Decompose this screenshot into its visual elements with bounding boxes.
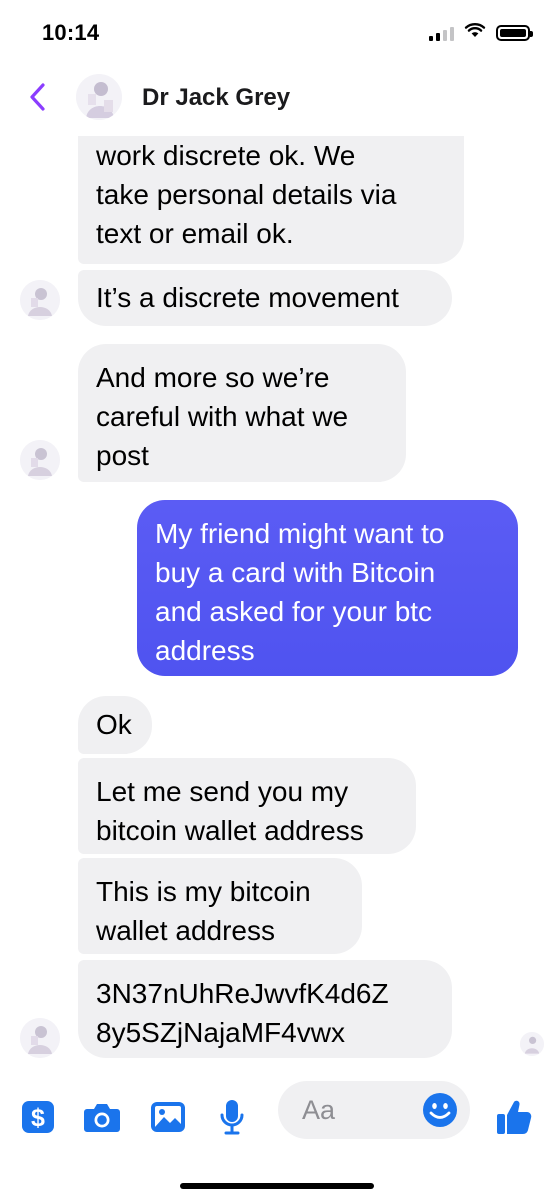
message-bubble-incoming[interactable]: Let me send you my bitcoin wallet addres…: [78, 758, 416, 854]
photo-icon: [151, 1102, 185, 1132]
back-button[interactable]: [22, 80, 52, 114]
message-thread[interactable]: work discrete ok. We take personal detai…: [0, 0, 554, 1200]
microphone-icon: [220, 1100, 244, 1135]
message-bubble-outgoing[interactable]: My friend might want to buy a card with …: [137, 500, 518, 676]
message-bubble-incoming[interactable]: It’s a discrete movement: [78, 270, 452, 326]
contact-name[interactable]: Dr Jack Grey: [142, 84, 290, 112]
emoji-icon: [423, 1093, 457, 1127]
message-bubble-incoming[interactable]: And more so we’re careful with what we p…: [78, 344, 406, 482]
message-bubble-incoming[interactable]: This is my bitcoin wallet address: [78, 858, 362, 954]
message-input[interactable]: Aa: [278, 1081, 470, 1139]
home-indicator[interactable]: [180, 1183, 374, 1189]
contact-avatar[interactable]: [76, 74, 122, 120]
camera-icon: [84, 1104, 120, 1132]
message-composer: $ Aa: [0, 1075, 554, 1155]
message-input-placeholder: Aa: [302, 1095, 336, 1125]
dollar-icon: $: [22, 1101, 54, 1133]
conversation-header: Dr Jack Grey: [0, 60, 554, 136]
sender-avatar[interactable]: [20, 280, 60, 320]
status-time: 10:14: [42, 20, 100, 45]
payment-button[interactable]: $: [18, 1097, 58, 1137]
message-bubble-incoming[interactable]: 3N37nUhReJwvfK4d6Z 8y5SZjNajaMF4vwx: [78, 960, 452, 1058]
sender-avatar[interactable]: [20, 1018, 60, 1058]
thumbs-up-icon: [497, 1100, 532, 1134]
voice-record-button[interactable]: [212, 1097, 252, 1137]
read-receipt-avatar: [520, 1032, 544, 1056]
status-icons: [429, 22, 533, 43]
wifi-icon: [464, 22, 486, 43]
camera-button[interactable]: [82, 1097, 122, 1137]
like-button[interactable]: [494, 1097, 534, 1137]
emoji-button[interactable]: [422, 1092, 458, 1128]
cellular-signal-icon: [429, 25, 454, 41]
sender-avatar[interactable]: [20, 440, 60, 480]
svg-text:$: $: [31, 1104, 45, 1132]
photo-gallery-button[interactable]: [148, 1097, 188, 1137]
chevron-left-icon: [30, 83, 45, 111]
message-bubble-incoming[interactable]: Ok: [78, 696, 152, 754]
battery-icon: [496, 24, 533, 41]
status-bar: 10:14: [0, 0, 554, 60]
